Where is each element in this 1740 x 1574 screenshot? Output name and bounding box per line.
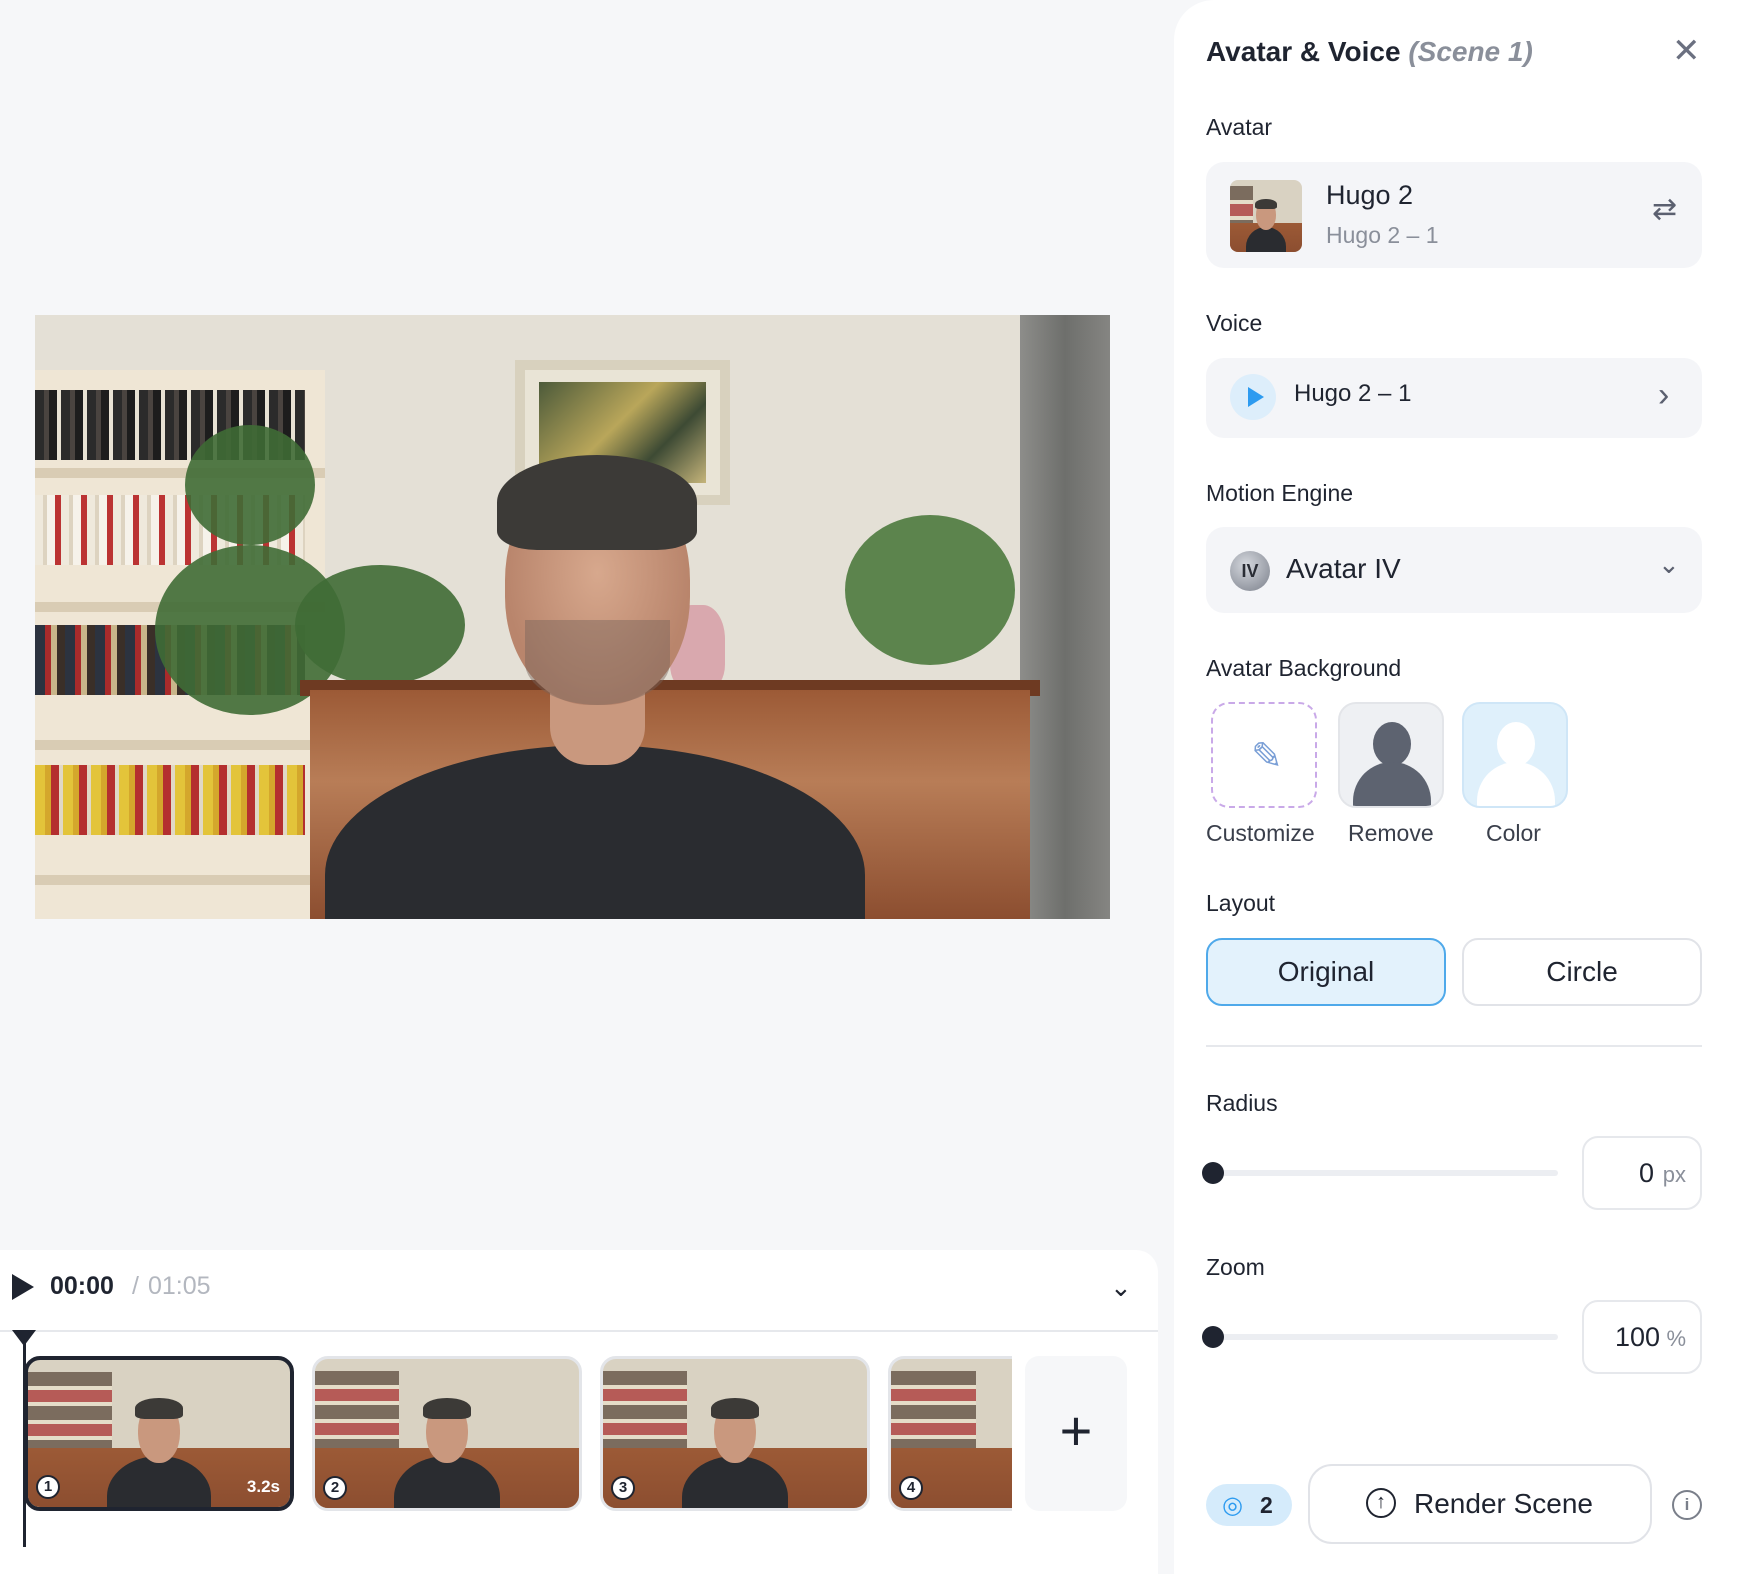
collapse-chevron-icon[interactable]: ⌄: [1110, 1272, 1132, 1303]
avatar-look: Hugo 2 – 1: [1326, 222, 1439, 248]
avatar-label: Avatar: [1206, 114, 1273, 140]
credits-badge: ◎ 2: [1206, 1484, 1292, 1526]
motion-engine-label: Motion Engine: [1206, 480, 1354, 506]
zoom-label: Zoom: [1206, 1254, 1265, 1280]
layout-label: Layout: [1206, 890, 1276, 916]
panel-title-text: Avatar & Voice: [1206, 36, 1401, 67]
divider: [1206, 1045, 1702, 1047]
magic-wand-icon: ✎: [1251, 736, 1283, 778]
person-silhouette-icon: [1373, 722, 1411, 766]
panel-title-scene: (Scene 1): [1408, 36, 1533, 67]
person-silhouette-icon: [1497, 722, 1535, 766]
scene-number: 4: [899, 1476, 923, 1500]
chevron-right-icon: ›: [1658, 376, 1670, 414]
current-time: 00:00: [50, 1272, 114, 1300]
curtain: [1020, 315, 1110, 919]
motion-engine-value: Avatar IV: [1286, 553, 1401, 584]
engine-badge-icon: IV: [1230, 551, 1270, 591]
chevron-down-icon: ⌄: [1658, 549, 1680, 579]
play-icon[interactable]: [12, 1274, 34, 1300]
voice-selector[interactable]: Hugo 2 – 1 ›: [1206, 358, 1702, 438]
scene-number: 1: [36, 1475, 60, 1499]
total-time: 01:05: [148, 1272, 211, 1300]
upload-arrow-icon: ↑: [1366, 1488, 1396, 1518]
customize-caption: Customize: [1206, 820, 1315, 846]
zoom-unit: %: [1666, 1326, 1686, 1351]
credit-count: 2: [1260, 1492, 1273, 1518]
zoom-input[interactable]: 100 %: [1582, 1300, 1702, 1374]
motion-engine-dropdown[interactable]: IV Avatar IV ⌄: [1206, 527, 1702, 613]
avatar-thumbnail: [1230, 180, 1302, 252]
layout-circle-button[interactable]: Circle: [1462, 938, 1702, 1006]
voice-name: Hugo 2 – 1: [1294, 380, 1412, 407]
timeline-controls: 00:00 / 01:05 ⌄: [0, 1250, 1158, 1332]
avatar-name: Hugo 2: [1326, 180, 1414, 210]
radius-label: Radius: [1206, 1090, 1278, 1116]
render-scene-button[interactable]: ↑ Render Scene: [1308, 1464, 1652, 1544]
background-remove-button[interactable]: [1338, 702, 1444, 808]
avatar-preview: [35, 315, 1110, 919]
avatar-background-label: Avatar Background: [1206, 655, 1402, 681]
layout-original-button[interactable]: Original: [1206, 938, 1446, 1006]
playhead-handle[interactable]: [12, 1330, 36, 1346]
radius-unit: px: [1662, 1162, 1686, 1187]
avatar-card[interactable]: Hugo 2 Hugo 2 – 1 ⇄: [1206, 162, 1702, 268]
scene-thumbnail-2[interactable]: 2: [312, 1356, 582, 1511]
radius-value: 0: [1638, 1158, 1654, 1188]
info-icon[interactable]: i: [1672, 1490, 1702, 1520]
add-scene-button[interactable]: +: [1025, 1356, 1127, 1511]
radius-slider-handle[interactable]: [1202, 1162, 1224, 1184]
remove-caption: Remove: [1348, 820, 1434, 846]
scene-thumbnail-4[interactable]: 4: [888, 1356, 1012, 1511]
zoom-slider-handle[interactable]: [1202, 1326, 1224, 1348]
scene-number: 3: [611, 1476, 635, 1500]
close-icon[interactable]: ✕: [1672, 34, 1701, 68]
voice-play-icon[interactable]: [1230, 374, 1276, 420]
radius-slider[interactable]: [1202, 1162, 1558, 1184]
background-customize-button[interactable]: ✎: [1211, 702, 1317, 808]
zoom-value: 100: [1614, 1322, 1660, 1352]
voice-label: Voice: [1206, 310, 1263, 336]
swap-icon[interactable]: ⇄: [1652, 192, 1677, 227]
zoom-slider[interactable]: [1202, 1326, 1558, 1348]
panel-title: Avatar & Voice (Scene 1): [1206, 36, 1533, 68]
background-color-button[interactable]: [1462, 702, 1568, 808]
avatar-voice-panel: Avatar & Voice (Scene 1) ✕ Avatar Hugo 2…: [1174, 0, 1740, 1574]
scene-thumbnail-3[interactable]: 3: [600, 1356, 870, 1511]
time-separator: /: [132, 1272, 139, 1300]
scene-number: 2: [323, 1476, 347, 1500]
timeline: 00:00 / 01:05 ⌄ 1 3.2s 2 3 4 +: [0, 1250, 1158, 1574]
scene-thumbnail-1[interactable]: 1 3.2s: [24, 1356, 294, 1511]
color-caption: Color: [1486, 820, 1541, 846]
scene-duration: 3.2s: [246, 1477, 280, 1496]
coins-icon: ◎: [1222, 1492, 1243, 1519]
radius-input[interactable]: 0 px: [1582, 1136, 1702, 1210]
render-scene-label: Render Scene: [1414, 1488, 1594, 1519]
